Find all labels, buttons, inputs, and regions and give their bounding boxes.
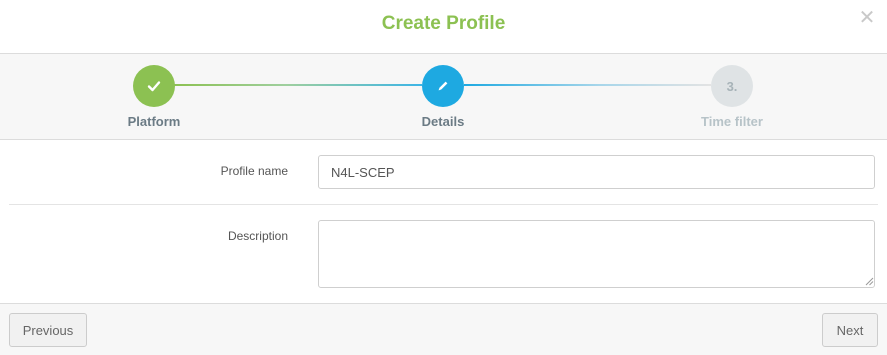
- next-button[interactable]: Next: [822, 313, 878, 347]
- profile-name-label: Profile name: [220, 164, 288, 178]
- dialog-title: Create Profile: [381, 13, 506, 34]
- resize-grip-icon[interactable]: [865, 277, 874, 286]
- step-platform-circle[interactable]: [133, 65, 175, 107]
- step-details-circle[interactable]: [422, 65, 464, 107]
- description-textarea[interactable]: [318, 220, 875, 288]
- description-label: Description: [227, 229, 288, 243]
- wizard-steps: Platform Details 3. Time filter: [0, 54, 887, 140]
- form-divider: [9, 204, 878, 205]
- step-platform-label[interactable]: Platform: [74, 114, 234, 129]
- step-time-filter-label[interactable]: Time filter: [652, 114, 812, 129]
- step-connector-2: [464, 84, 711, 86]
- step-time-filter-circle[interactable]: 3.: [711, 65, 753, 107]
- step-details-label[interactable]: Details: [363, 114, 523, 129]
- check-icon: [147, 81, 161, 92]
- dialog-footer: Previous Next: [0, 303, 887, 355]
- previous-button[interactable]: Previous: [9, 313, 87, 347]
- close-icon[interactable]: ✕: [857, 8, 877, 28]
- pencil-icon: [438, 81, 448, 91]
- profile-form: Profile name Description: [0, 140, 887, 304]
- profile-name-input[interactable]: [318, 155, 875, 189]
- create-profile-dialog: Create Profile ✕ Platform Details 3. Tim…: [0, 0, 887, 355]
- dialog-header: Create Profile ✕: [0, 0, 887, 54]
- step-connector-1: [174, 84, 422, 86]
